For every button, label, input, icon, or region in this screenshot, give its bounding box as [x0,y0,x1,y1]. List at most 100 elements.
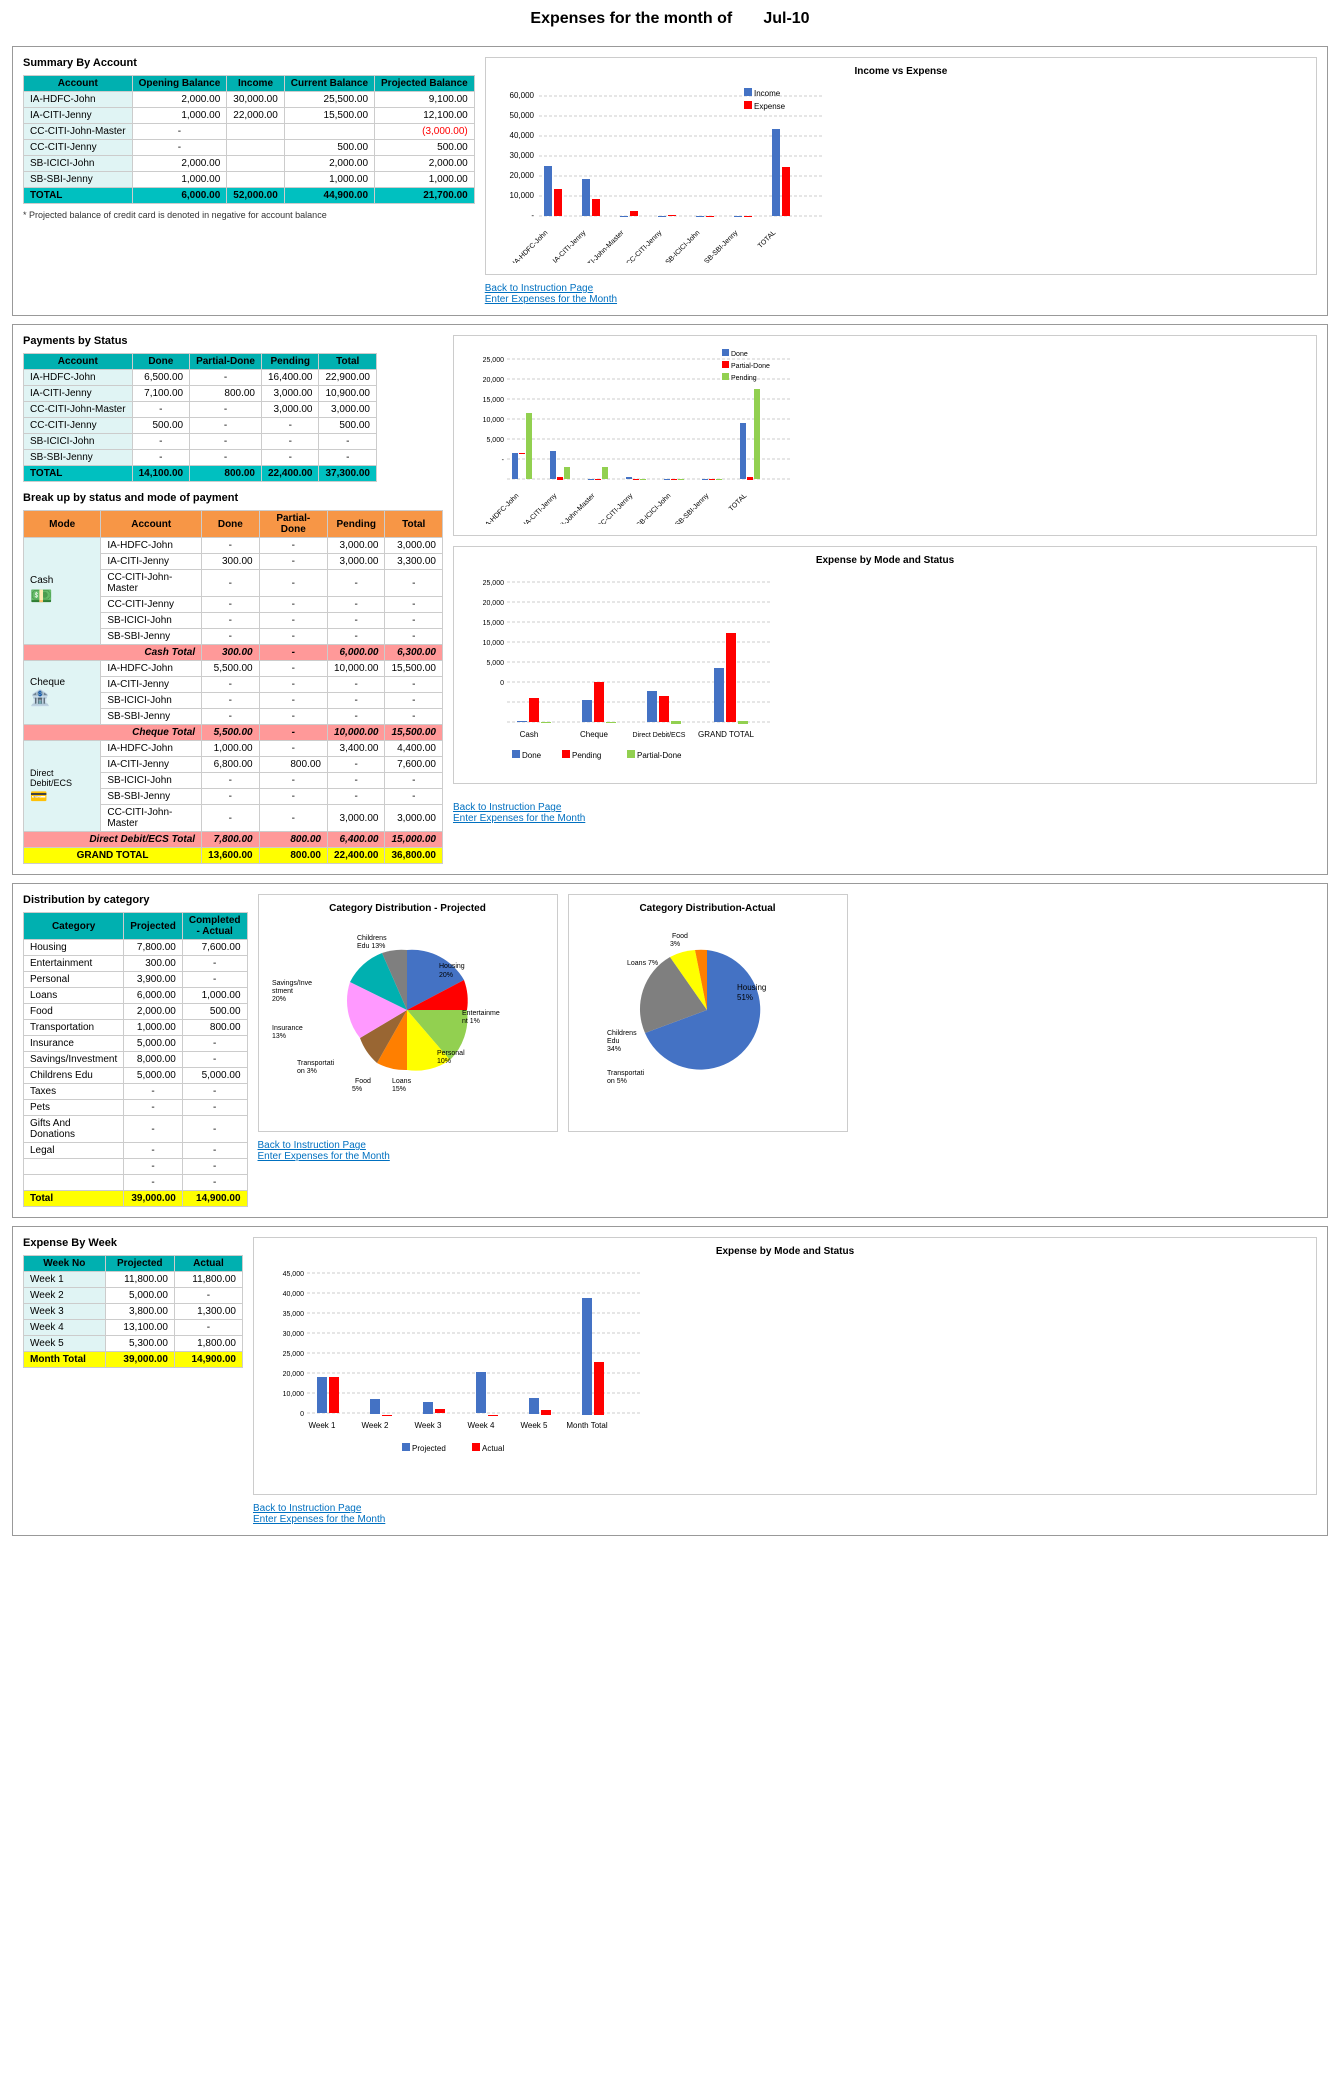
back-to-instruction-link-2[interactable]: Back to Instruction Page [453,802,1317,813]
table-row: Transportation1,000.00800.00 [24,1020,248,1036]
svg-text:50,000: 50,000 [509,111,534,120]
weekly-title: Expense By Week [23,1237,243,1249]
enter-expenses-link-4[interactable]: Enter Expenses for the Month [253,1514,1317,1525]
svg-text:20,000: 20,000 [483,600,505,607]
bar-chart-svg: 60,000 50,000 40,000 30,000 20,000 10,00… [494,83,834,263]
summary-note: * Projected balance of credit card is de… [23,210,475,220]
pie-actual-chart: Category Distribution-Actual Housi [568,894,848,1132]
svg-text:Personal: Personal [437,1050,465,1057]
svg-text:CC-CITI-Jenny: CC-CITI-Jenny [625,229,663,263]
enter-expenses-link-2[interactable]: Enter Expenses for the Month [453,813,1317,824]
svg-text:nt 1%: nt 1% [462,1018,480,1025]
payments-left: Payments by Status Account Done Partial-… [23,335,443,864]
table-row: IA-HDFC-John 2,000.00 30,000.00 25,500.0… [24,92,475,108]
table-row: Insurance5,000.00- [24,1036,248,1052]
svg-text:13%: 13% [272,1033,286,1040]
svg-text:0: 0 [300,1411,304,1418]
table-row: Cheque🏦 IA-HDFC-John 5,500.00 - 10,000.0… [24,661,443,677]
enter-expenses-link[interactable]: Enter Expenses for the Month [485,294,1317,305]
back-to-instruction-link-4[interactable]: Back to Instruction Page [253,1503,1317,1514]
svg-text:10,000: 10,000 [283,1391,305,1398]
table-row: Week 33,800.001,300.00 [24,1304,243,1320]
expense-mode-chart-title: Expense by Mode and Status [462,555,1308,566]
svg-text:stment: stment [272,988,293,995]
table-row: SB-SBI-Jenny - - - - [24,450,377,466]
svg-text:Cash: Cash [520,730,539,739]
col-current: Current Balance [284,76,374,92]
svg-text:Actual: Actual [482,1444,504,1453]
svg-text:Week 3: Week 3 [415,1421,443,1430]
svg-text:Week 4: Week 4 [468,1421,496,1430]
svg-text:Pending: Pending [731,375,757,382]
svg-text:5,000: 5,000 [486,660,504,667]
payments-status-chart: 25,000 20,000 15,000 10,000 5,000 - [453,335,1317,536]
svg-text:Month Total: Month Total [566,1421,607,1430]
table-row: Entertainment300.00- [24,956,248,972]
col-account: Account [24,76,133,92]
svg-text:20,000: 20,000 [283,1371,305,1378]
svg-text:-: - [531,211,534,220]
breakdown-section: Break up by status and mode of payment M… [23,492,443,864]
grandtotal-row: GRAND TOTAL 13,600.00 800.00 22,400.00 3… [24,848,443,864]
svg-text:IA-CITI-Jenny: IA-CITI-Jenny [552,229,588,263]
svg-text:20,000: 20,000 [509,171,534,180]
table-row: Taxes-- [24,1084,248,1100]
summary-left: Summary By Account Account Opening Balan… [23,57,475,220]
svg-text:Income: Income [754,89,781,98]
svg-text:30,000: 30,000 [509,151,534,160]
weekly-right: Expense by Mode and Status 45,000 40,000… [253,1237,1317,1525]
svg-text:3%: 3% [670,941,680,948]
table-row: SB-SBI-Jenny 1,000.00 1,000.00 1,000.00 [24,172,475,188]
svg-text:10%: 10% [437,1058,451,1065]
payments-title: Payments by Status [23,335,443,347]
svg-text:IA-HDFC-John: IA-HDFC-John [483,492,520,524]
table-row: CC-CITI-John-Master - - 3,000.00 3,000.0… [24,402,377,418]
svg-text:30,000: 30,000 [283,1331,305,1338]
col-projected: Projected Balance [375,76,475,92]
svg-text:TOTAL: TOTAL [728,492,749,513]
svg-text:51%: 51% [737,993,753,1002]
subtotal-row: Direct Debit/ECS Total 7,800.00 800.00 6… [24,832,443,848]
weekly-chart-title: Expense by Mode and Status [262,1246,1308,1257]
svg-text:Loans: Loans [392,1078,412,1085]
total-row: TOTAL 6,000.00 52,000.00 44,900.00 21,70… [24,188,475,204]
table-row: Cash💵 IA-HDFC-John - - 3,000.00 3,000.00 [24,538,443,554]
chart-title: Income vs Expense [494,66,1308,77]
svg-text:10,000: 10,000 [509,191,534,200]
svg-text:-: - [502,457,505,464]
table-row: Housing7,800.007,600.00 [24,940,248,956]
svg-text:20%: 20% [439,972,453,979]
week-table: Week No Projected Actual Week 111,800.00… [23,1255,243,1368]
table-row: Week 111,800.0011,800.00 [24,1272,243,1288]
svg-text:Housing: Housing [737,983,766,992]
section2-links: Back to Instruction Page Enter Expenses … [453,802,1317,824]
weekly-left: Expense By Week Week No Projected Actual… [23,1237,243,1368]
pie-charts-container: Category Distribution - Projected [258,894,1317,1132]
table-row: Gifts And Donations-- [24,1116,248,1143]
pie-actual-svg: Housing 51% Childrens Edu 34% Loans 7% F… [577,920,837,1120]
back-to-instruction-link-3[interactable]: Back to Instruction Page [258,1140,1317,1151]
total-row: Total 39,000.00 14,900.00 [24,1191,248,1207]
expense-mode-svg: 25,000 20,000 15,000 10,000 5,000 0 [462,572,802,772]
svg-text:Food: Food [672,933,688,940]
svg-text:Done: Done [731,351,748,358]
table-row: Week 25,000.00- [24,1288,243,1304]
svg-text:SB-SBI-Jenny: SB-SBI-Jenny [703,229,739,263]
col-opening: Opening Balance [132,76,227,92]
enter-expenses-link-3[interactable]: Enter Expenses for the Month [258,1151,1317,1162]
svg-text:CC-CITI-Jenny: CC-CITI-Jenny [596,492,634,524]
svg-text:Week 2: Week 2 [362,1421,390,1430]
summary-right: Income vs Expense 60,000 50,000 40,000 3… [485,57,1317,305]
pie-projected-svg: Housing 20% Entertainme nt 1% Personal 1… [267,920,547,1120]
distribution-title: Distribution by category [23,894,248,906]
distribution-right: Category Distribution - Projected [258,894,1317,1162]
breakdown-title: Break up by status and mode of payment [23,492,443,504]
svg-text:25,000: 25,000 [483,580,505,587]
svg-text:Direct Debit/ECS: Direct Debit/ECS [633,732,686,739]
svg-text:20%: 20% [272,996,286,1003]
table-row: CC-CITI-Jenny - 500.00 500.00 [24,140,475,156]
breakdown-table: Mode Account Done Partial-Done Pending T… [23,510,443,864]
table-row: Week 55,300.001,800.00 [24,1336,243,1352]
back-to-instruction-link[interactable]: Back to Instruction Page [485,283,1317,294]
svg-text:IA-CITI-Jenny: IA-CITI-Jenny [523,492,559,524]
